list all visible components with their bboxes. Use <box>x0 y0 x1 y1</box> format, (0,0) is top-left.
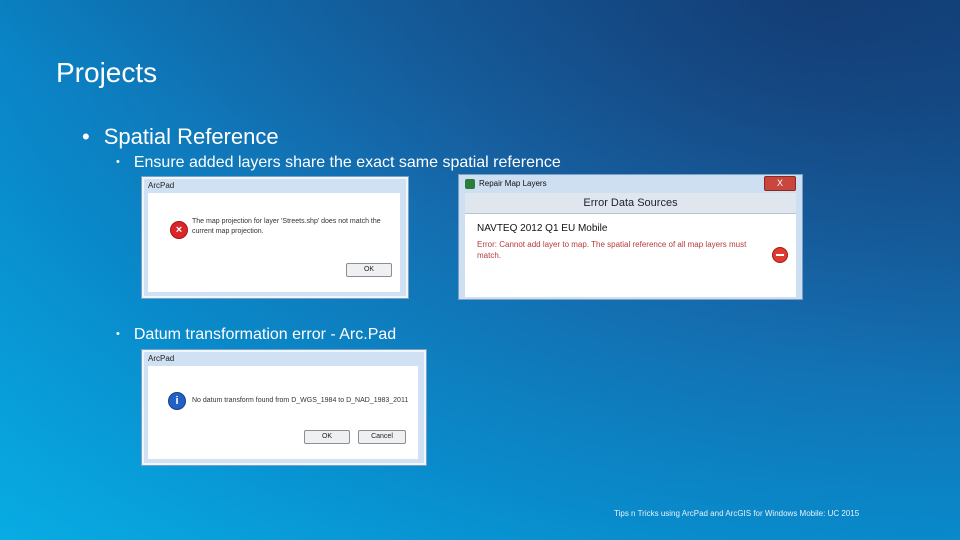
bullet-text: Spatial Reference <box>103 124 279 149</box>
slide-footer: Tips n Tricks using ArcPad and ArcGIS fo… <box>614 509 860 518</box>
layer-name[interactable]: NAVTEQ 2012 Q1 EU Mobile <box>477 223 607 234</box>
bullet-dot: • <box>116 328 120 340</box>
dialog-caption: ArcPad <box>148 354 175 363</box>
bullet-spatial-reference: • Spatial Reference <box>82 124 279 150</box>
close-button[interactable]: X <box>764 176 796 191</box>
arcpad-datum-dialog: ArcPad i No datum transform found from D… <box>141 349 427 466</box>
bullet-dot: • <box>116 156 120 168</box>
dialog-body: × The map projection for layer 'Streets.… <box>148 193 400 292</box>
error-data-sources-header: Error Data Sources <box>465 193 796 214</box>
info-icon: i <box>168 392 186 410</box>
error-icon: × <box>170 221 188 239</box>
stop-icon <box>772 247 788 263</box>
ok-button[interactable]: OK <box>304 430 350 444</box>
slide-title: Projects <box>56 57 158 88</box>
arcpad-error-dialog: ArcPad × The map projection for layer 'S… <box>141 176 409 299</box>
bullet-text: Datum transformation error - Arc.Pad <box>133 326 397 343</box>
error-message: Error: Cannot add layer to map. The spat… <box>477 240 747 260</box>
ok-button[interactable]: OK <box>346 263 392 277</box>
repair-map-layers-dialog: Repair Map Layers X Error Data Sources N… <box>458 174 803 300</box>
dialog-message: No datum transform found from D_WGS_1984… <box>192 397 409 404</box>
bullet-sub-datum: • Datum transformation error - Arc.Pad <box>116 326 396 344</box>
dialog-body: Error Data Sources NAVTEQ 2012 Q1 EU Mob… <box>465 193 796 297</box>
dialog-caption: ArcPad <box>148 181 175 190</box>
dialog-body: i No datum transform found from D_WGS_19… <box>148 366 418 459</box>
bullet-text: Ensure added layers share the exact same… <box>133 154 561 171</box>
dialog-message: The map projection for layer 'Streets.sh… <box>192 218 381 235</box>
bullet-sub-layers: • Ensure added layers share the exact sam… <box>116 154 561 172</box>
dialog-caption: Repair Map Layers <box>479 179 547 188</box>
app-icon <box>465 179 475 189</box>
cancel-button[interactable]: Cancel <box>358 430 406 444</box>
bullet-dot: • <box>82 124 90 149</box>
